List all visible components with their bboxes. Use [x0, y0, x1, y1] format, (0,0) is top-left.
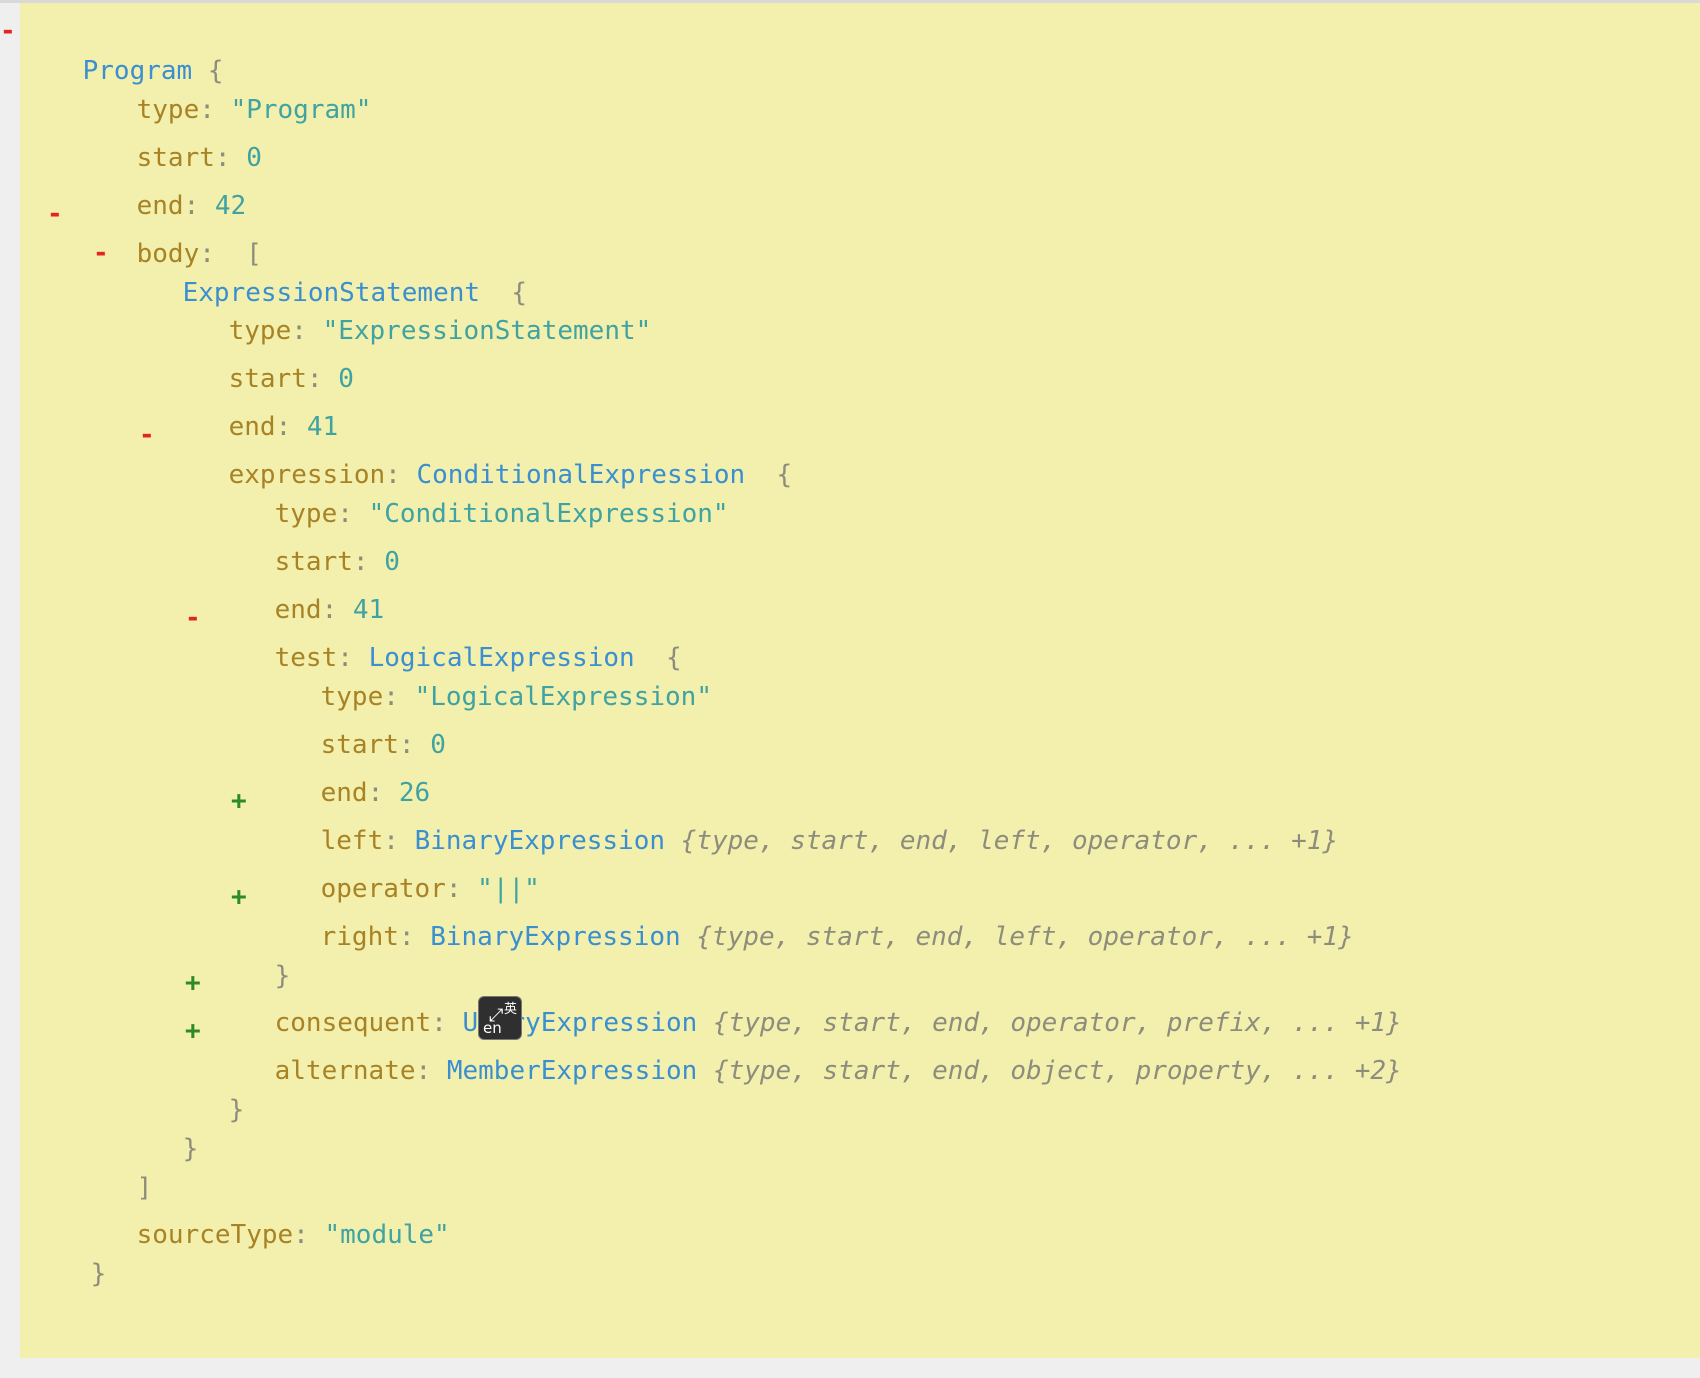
- property-value: 0: [338, 364, 354, 394]
- property-start: start: 0: [228, 364, 354, 394]
- property-operator: operator: "||": [320, 874, 540, 904]
- close-brace-expression: }: [228, 1095, 245, 1125]
- property-value: 0: [430, 730, 446, 760]
- property-key[interactable]: alternate: [275, 1056, 416, 1086]
- left-node: + left: BinaryExpression {type, start, en…: [231, 781, 1338, 856]
- property-start: start: 0: [274, 547, 400, 577]
- collapse-toggle[interactable]: -: [93, 233, 109, 273]
- ime-switch-icon[interactable]: 英 ⤢ en: [478, 996, 522, 1040]
- collapsed-summary[interactable]: {type, start, end, left, operator, ... +…: [696, 922, 1353, 952]
- property-value: 0: [384, 547, 400, 577]
- property-start: start: 0: [320, 730, 446, 760]
- alternate-node: + alternate: MemberExpression {type, star…: [185, 1011, 1402, 1086]
- property-key[interactable]: right: [321, 922, 399, 952]
- ime-cn-label: 英: [503, 1002, 517, 1017]
- node-type-binary-expression[interactable]: BinaryExpression: [430, 922, 680, 952]
- close-brace-statement: }: [182, 1134, 199, 1164]
- body-node: - body: [: [47, 194, 262, 269]
- expand-toggle[interactable]: +: [185, 1011, 201, 1051]
- expression-statement-node: - ExpressionStatement {: [93, 233, 527, 308]
- property-type: type: "ConditionalExpression": [274, 499, 729, 529]
- collapse-toggle[interactable]: -: [139, 415, 155, 455]
- close-brace-test: }: [274, 961, 291, 991]
- property-value: "LogicalExpression": [414, 682, 712, 712]
- property-start: start: 0: [136, 143, 262, 173]
- close-bracket-body: ]: [136, 1173, 153, 1203]
- property-value: "ExpressionStatement": [322, 316, 652, 346]
- test-node: - test: LogicalExpression {: [185, 598, 682, 673]
- property-value: 0: [246, 143, 262, 173]
- property-key: sourceType: [136, 1220, 294, 1250]
- collapsed-summary[interactable]: {type, start, end, object, property, ...…: [713, 1056, 1402, 1086]
- expand-toggle[interactable]: +: [231, 877, 247, 917]
- property-end: end: 41: [274, 595, 385, 625]
- expand-toggle[interactable]: +: [185, 963, 201, 1003]
- property-end: end: 26: [320, 778, 431, 808]
- consequent-node: + consequent: UnaryExpression {type, star…: [185, 963, 1402, 1038]
- property-type: type: "Program": [136, 95, 372, 125]
- program-node: - Program {: [0, 11, 224, 86]
- close-brace-program: }: [90, 1259, 107, 1289]
- property-end: end: 42: [136, 191, 247, 221]
- property-type: type: "ExpressionStatement": [228, 316, 652, 346]
- property-value: "module": [324, 1220, 450, 1250]
- collapse-toggle[interactable]: -: [0, 11, 16, 51]
- property-type: type: "LogicalExpression": [320, 682, 712, 712]
- property-sourcetype: sourceType: "module": [136, 1220, 450, 1250]
- ime-en-label: en: [483, 1019, 502, 1037]
- collapse-toggle[interactable]: -: [47, 194, 63, 234]
- right-node: + right: BinaryExpression {type, start, e…: [231, 877, 1354, 952]
- collapsed-summary[interactable]: {type, start, end, left, operator, ... +…: [681, 826, 1338, 856]
- property-value: "ConditionalExpression": [368, 499, 729, 529]
- expand-toggle[interactable]: +: [231, 781, 247, 821]
- property-end: end: 41: [228, 412, 339, 442]
- expression-node: - expression: ConditionalExpression {: [139, 415, 792, 490]
- ast-explorer-panel: - Program { type: "Program" start: 0 end:…: [0, 3, 1700, 1358]
- collapse-toggle[interactable]: -: [185, 598, 201, 638]
- open-brace: {: [776, 460, 793, 490]
- node-type-member-expression[interactable]: MemberExpression: [447, 1056, 697, 1086]
